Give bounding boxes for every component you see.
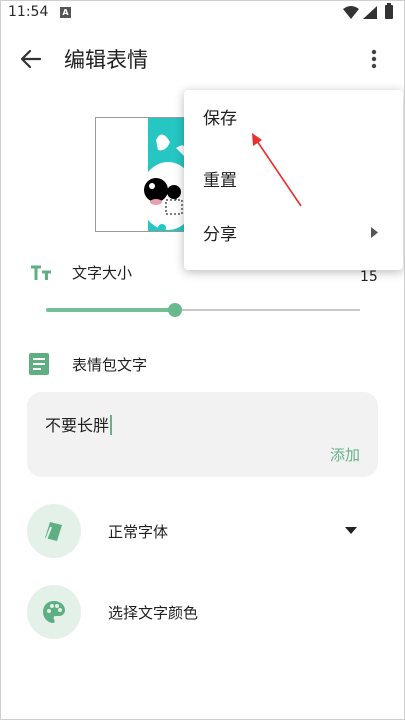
annotation-arrow-icon (252, 133, 302, 207)
slider-thumb[interactable] (167, 303, 182, 317)
arrow-left-icon[interactable] (20, 48, 42, 70)
font-size-slider[interactable] (46, 302, 360, 318)
app-bar: 编辑表情 (0, 30, 405, 88)
notification-icon: A (60, 7, 71, 18)
add-text-button[interactable]: 添加 (330, 444, 360, 465)
font-style-icon (45, 522, 62, 541)
signal-icon (363, 6, 377, 19)
sticker-text-card: 不要长胖 添加 (27, 392, 378, 477)
text-color-label[interactable]: 选择文字颜色 (108, 602, 198, 623)
sticker-text-input[interactable]: 不要长胖 (45, 412, 113, 436)
status-bar: 11:54 A (0, 0, 405, 28)
font-style-button[interactable] (27, 504, 81, 558)
wifi-icon (343, 6, 359, 19)
palette-icon (43, 601, 65, 623)
chevron-right-icon (371, 227, 378, 238)
menu-item-share[interactable]: 分享 (184, 206, 403, 258)
menu-item-save-label: 保存 (203, 109, 237, 129)
sticker-text-value: 不要长胖 (45, 416, 110, 435)
status-time: 11:54 (8, 4, 49, 20)
slider-fill (46, 308, 175, 312)
font-size-label: 文字大小 (72, 264, 133, 282)
font-style-label[interactable]: 正常字体 (108, 521, 168, 542)
more-vert-icon[interactable] (366, 48, 382, 70)
document-icon (29, 353, 49, 375)
page-title: 编辑表情 (64, 48, 148, 72)
text-size-icon (31, 265, 51, 280)
text-caret (110, 415, 113, 435)
menu-item-share-label: 分享 (203, 225, 237, 245)
text-color-button[interactable] (27, 585, 81, 639)
sticker-text-label: 表情包文字 (72, 356, 148, 374)
battery-icon (385, 3, 393, 19)
font-size-value: 15 (360, 269, 378, 285)
dropdown-arrow-icon[interactable] (345, 527, 357, 534)
menu-item-reset-label: 重置 (203, 171, 237, 191)
